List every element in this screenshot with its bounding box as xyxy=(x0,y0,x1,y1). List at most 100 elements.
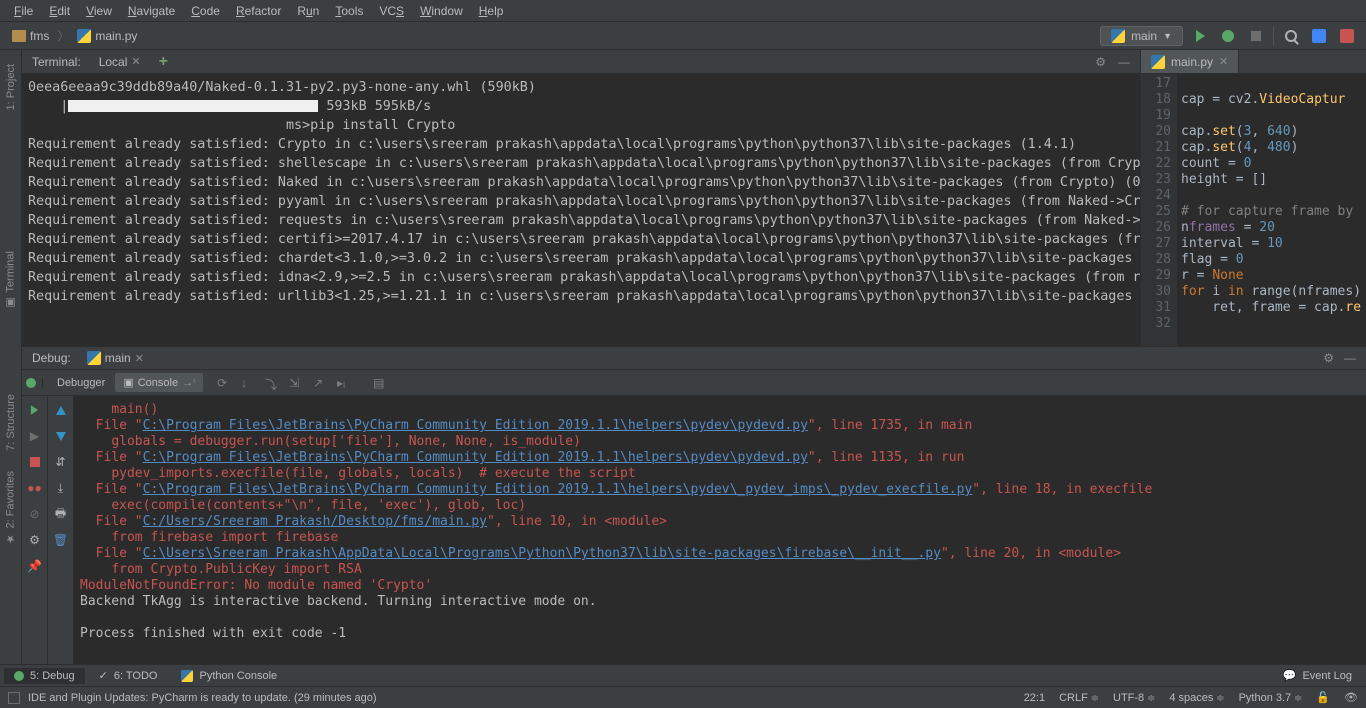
status-bar: IDE and Plugin Updates: PyCharm is ready… xyxy=(0,686,1366,708)
menu-run[interactable]: Run xyxy=(291,2,325,20)
console-tab-button[interactable]: ▣ Console →ⁱ xyxy=(115,373,203,392)
breadcrumb-separator: 〉 xyxy=(57,27,69,44)
python-interpreter[interactable]: Python 3.7 ≑ xyxy=(1239,692,1303,704)
stop-icon xyxy=(1251,31,1261,41)
stop-button[interactable] xyxy=(1245,25,1267,47)
menu-file[interactable]: File xyxy=(8,2,39,20)
breadcrumb-project[interactable]: fms xyxy=(8,27,53,45)
view-breakpoints-button[interactable]: ●● xyxy=(27,480,43,496)
editor-panel: main.py ✕ 171819202122232425262728293031… xyxy=(1140,50,1366,346)
rerun-button[interactable] xyxy=(27,402,43,418)
status-icon[interactable] xyxy=(8,692,20,704)
debug-run-gutter: ▶ ●● ⊘ ⚙ 📌 xyxy=(22,396,48,664)
center-column: Terminal: Local ✕ + ⚙ — 0eea6eeaa9c39ddb… xyxy=(22,50,1366,664)
run-config-selector[interactable]: main ▼ xyxy=(1100,26,1183,46)
bottom-tab-debug[interactable]: 5: Debug xyxy=(4,668,85,684)
run-button[interactable] xyxy=(1189,25,1211,47)
terminal-output[interactable]: 0eea6eeaa9c39ddb89a40/Naked-0.1.31-py2.p… xyxy=(22,74,1140,346)
project-tool-tab[interactable]: 1: Project xyxy=(3,58,19,116)
play-icon xyxy=(1196,30,1205,42)
clear-button[interactable]: 🗑 xyxy=(53,532,69,548)
left-tool-window-bar: 1: Project ▣ Terminal 7: Structure ★ 2: … xyxy=(0,50,22,664)
inspection-icon[interactable]: 👁 xyxy=(1344,691,1358,704)
editor-body[interactable]: 17181920212223242526272829303132 cap = c… xyxy=(1141,74,1366,346)
breadcrumb-file[interactable]: main.py xyxy=(73,27,141,45)
pin-button[interactable]: 📌 xyxy=(27,558,43,574)
stop-button[interactable] xyxy=(27,454,43,470)
menu-vcs[interactable]: VCS xyxy=(373,2,410,20)
debug-title: Debug: xyxy=(32,351,71,365)
menu-navigate[interactable]: Navigate xyxy=(122,2,181,20)
settings-button[interactable]: ⚙ xyxy=(27,532,43,548)
debug-tab-main[interactable]: main ✕ xyxy=(81,349,150,367)
run-to-cursor-button[interactable]: ▸ᵢ xyxy=(333,372,355,394)
minimize-icon[interactable]: — xyxy=(1118,55,1130,69)
step-over-button[interactable]: ⟳ xyxy=(213,372,235,394)
terminal-tool-tab[interactable]: ▣ Terminal xyxy=(2,245,19,316)
line-separator[interactable]: CRLF ≑ xyxy=(1059,692,1099,704)
gear-icon[interactable]: ⚙ xyxy=(1323,351,1334,365)
bottom-tab-event-log[interactable]: 💬 Event Log xyxy=(1273,667,1362,684)
python-file-icon xyxy=(77,29,91,43)
minimize-icon[interactable]: — xyxy=(1344,351,1356,365)
debug-body: ▶ ●● ⊘ ⚙ 📌 ⇵ ⤓ 🖶 🗑 main() File "C:\Progr… xyxy=(22,396,1366,664)
debug-toolbar: Debugger ▣ Console →ⁱ ⟳ ↓ ⤵ ⇲ ↗ ▸ᵢ ▤ xyxy=(22,370,1366,396)
menu-help[interactable]: Help xyxy=(473,2,510,20)
bottom-tool-bar: 5: Debug ✓ 6: TODO Python Console 💬 Even… xyxy=(0,664,1366,686)
close-icon[interactable]: ✕ xyxy=(1219,55,1228,68)
favorites-tool-tab[interactable]: ★ 2: Favorites xyxy=(2,465,19,551)
breadcrumb-file-label: main.py xyxy=(95,29,137,43)
menu-view[interactable]: View xyxy=(80,2,118,20)
structure-tool-tab[interactable]: 7: Structure xyxy=(3,388,19,457)
resume-button[interactable]: ▶ xyxy=(27,428,43,444)
step-into-button[interactable]: ↓ xyxy=(237,372,259,394)
step-out-button[interactable]: ↗ xyxy=(309,372,331,394)
step-over-icon: ⟳ xyxy=(217,376,231,390)
caret-position[interactable]: 22:1 xyxy=(1024,692,1045,704)
scroll-end-button[interactable]: ⤓ xyxy=(53,480,69,496)
lock-icon[interactable]: 🔓 xyxy=(1316,691,1330,704)
close-icon[interactable]: ✕ xyxy=(135,352,144,365)
debug-header: Debug: main ✕ ⚙ — xyxy=(22,346,1366,370)
gear-icon[interactable]: ⚙ xyxy=(1095,55,1106,69)
folder-icon xyxy=(12,30,26,42)
menu-bar: File Edit View Navigate Code Refactor Ru… xyxy=(0,0,1366,22)
print-button[interactable]: 🖶 xyxy=(53,506,69,522)
bug-icon xyxy=(1222,30,1234,42)
menu-window[interactable]: Window xyxy=(414,2,469,20)
menu-edit[interactable]: Edit xyxy=(43,2,76,20)
debug-console-gutter: ⇵ ⤓ 🖶 🗑 xyxy=(48,396,74,664)
code-text[interactable]: cap = cv2.VideoCaptur cap.set(3, 640) ca… xyxy=(1177,74,1366,346)
run-to-cursor-icon: ▸ᵢ xyxy=(337,376,351,390)
down-stack-button[interactable] xyxy=(53,428,69,444)
bottom-tab-python-console[interactable]: Python Console xyxy=(171,668,287,684)
close-icon[interactable]: ✕ xyxy=(131,55,140,68)
menu-code[interactable]: Code xyxy=(185,2,226,20)
menu-tools[interactable]: Tools xyxy=(329,2,369,20)
ide-action-1[interactable] xyxy=(1308,25,1330,47)
status-message[interactable]: IDE and Plugin Updates: PyCharm is ready… xyxy=(28,692,1016,704)
step-into-my-button[interactable]: ⤵ xyxy=(261,372,283,394)
evaluate-icon: ▤ xyxy=(373,376,387,390)
search-everywhere-button[interactable] xyxy=(1280,25,1302,47)
soft-wrap-button[interactable]: ⇵ xyxy=(53,454,69,470)
bottom-tab-todo[interactable]: ✓ 6: TODO xyxy=(89,667,168,684)
indent-settings[interactable]: 4 spaces ≑ xyxy=(1169,692,1224,704)
menu-refactor[interactable]: Refactor xyxy=(230,2,287,20)
evaluate-button[interactable]: ▤ xyxy=(369,372,391,394)
console-output[interactable]: main() File "C:\Program Files\JetBrains\… xyxy=(74,396,1366,664)
file-encoding[interactable]: UTF-8 ≑ xyxy=(1113,692,1155,704)
progress-bar xyxy=(68,100,318,112)
python-icon xyxy=(87,351,101,365)
new-terminal-button[interactable]: + xyxy=(159,53,168,71)
terminal-tab-local[interactable]: Local ✕ xyxy=(93,53,147,71)
bug-icon xyxy=(26,378,36,388)
action-icon xyxy=(1340,29,1354,43)
debugger-tab-button[interactable]: Debugger xyxy=(49,374,113,392)
mute-breakpoints-button[interactable]: ⊘ xyxy=(27,506,43,522)
debug-button[interactable] xyxy=(1217,25,1239,47)
ide-action-2[interactable] xyxy=(1336,25,1358,47)
up-stack-button[interactable] xyxy=(53,402,69,418)
editor-tab-main[interactable]: main.py ✕ xyxy=(1141,50,1239,73)
force-step-button[interactable]: ⇲ xyxy=(285,372,307,394)
